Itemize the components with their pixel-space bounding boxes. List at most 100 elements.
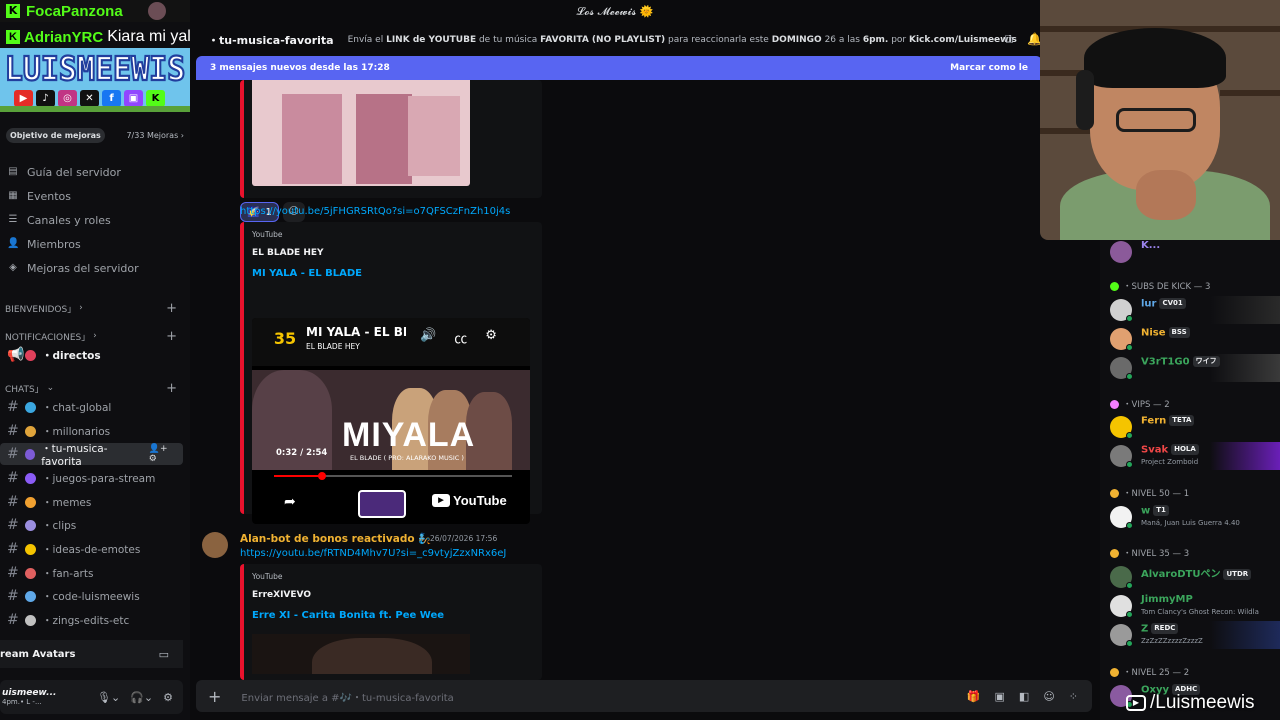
youtube-link-1[interactable]: https://youtu.be/5jFHGRSRtQo?si=o7QFSCzF… <box>240 206 510 217</box>
chat-username: AdrianYRC <box>24 28 104 46</box>
avatar[interactable] <box>202 532 228 558</box>
member-item[interactable]: K... <box>1100 238 1280 266</box>
share-icon[interactable]: ➦ <box>284 494 296 510</box>
boost-count: 7/33 Mejoras › <box>126 130 184 140</box>
channel-clips[interactable]: # ・clips <box>0 514 183 536</box>
member-name-text: lur <box>1141 298 1157 310</box>
nav-label: Guía del servidor <box>27 165 121 179</box>
nav-label: Miembros <box>27 237 81 251</box>
embed-title[interactable]: Erre XI - Carita Bonita ft. Pee Wee <box>252 610 444 621</box>
nav-events[interactable]: ▦ Eventos <box>0 184 190 208</box>
channel-settings-icon[interactable]: 👤+ ⚙ <box>149 444 177 464</box>
channel-ideas-de-emotes[interactable]: # ・ideas-de-emotes <box>0 538 183 560</box>
youtube-player[interactable]: 35 MI YALA - EL BLA EL BLADE HEY 🔊 ㏄ ⚙ M… <box>252 318 530 524</box>
headphones-icon[interactable]: 🎧⌄ <box>130 691 153 704</box>
category-label: BIENVENIDOS」 <box>5 304 77 315</box>
add-channel-icon[interactable]: + <box>166 301 177 316</box>
member-item[interactable]: V3rT1G0 ワイフ <box>1100 354 1280 382</box>
embed-author[interactable]: EL BLADE HEY <box>252 248 324 258</box>
youtube-play-icon: ▶ <box>432 494 450 507</box>
glasses <box>1116 108 1196 132</box>
hash-icon: # <box>7 446 19 462</box>
member-name: Nise BSS <box>1141 327 1190 339</box>
nav-members[interactable]: 👤 Miembros <box>0 232 190 256</box>
attach-icon[interactable]: + <box>208 687 221 706</box>
youtube-logo[interactable]: ▶ YouTube <box>432 493 507 508</box>
member-name-text: Z <box>1141 623 1149 635</box>
video-title[interactable]: MI YALA - EL BLA <box>306 325 406 339</box>
album-cover-image[interactable] <box>252 80 470 186</box>
channel-memes[interactable]: # ・memes <box>0 491 183 513</box>
member-item[interactable]: JimmyMP Tom Clancy's Ghost Recon: Wildla <box>1100 592 1280 620</box>
channel-code-luismeewis[interactable]: # ・code-luismeewis <box>0 585 183 607</box>
add-channel-icon[interactable]: + <box>166 381 177 396</box>
microphone-icon[interactable]: 🎙⌄ <box>97 691 120 704</box>
video-credit: EL BLADE ( PRO: ALARAKO MUSIC ) <box>350 454 464 462</box>
music-icon <box>24 448 36 460</box>
member-item[interactable]: Nise BSS <box>1100 325 1280 353</box>
channel-zings-edits-etc[interactable]: # ・zings-edits-etc <box>0 609 183 631</box>
captions-icon[interactable]: ㏄ <box>454 328 467 347</box>
boost-goal[interactable]: Objetivo de mejoras 7/33 Mejoras › <box>0 124 190 146</box>
video-thumbnail[interactable] <box>358 490 406 518</box>
channel-tu-musica-favorita[interactable]: # ・tu-musica-favorita 👤+ ⚙ <box>0 443 183 468</box>
threads-icon[interactable]: ⧉ <box>1004 32 1013 47</box>
x-icon: ✕ <box>80 90 99 107</box>
message-composer[interactable]: + Enviar mensaje a #🎶・tu-musica-favorita… <box>196 680 1092 712</box>
server-nav: ▤ Guía del servidor ▦ Eventos ☰ Canales y r… <box>0 160 190 280</box>
volume-icon[interactable]: 🔊 <box>420 328 436 347</box>
voice-connection-bar[interactable]: ream Avatars ▭ <box>0 640 183 668</box>
new-messages-text: 3 mensajes nuevos desde las 17:28 <box>210 63 390 73</box>
member-group-header: ・NIVEL 35 — 3 <box>1110 547 1189 559</box>
member-item[interactable]: lur CV01 <box>1100 296 1280 324</box>
video-scrubber[interactable] <box>317 472 326 480</box>
server-banner[interactable]: LUISMEEWIS ▶ ♪ ◎ ✕ f ▣ K <box>0 48 190 112</box>
embed-thumbnail[interactable] <box>252 634 470 674</box>
message-author[interactable]: Alan-bot de bonos reactivado 🧞 <box>240 532 431 545</box>
settings-icon[interactable]: ⚙ <box>163 691 173 704</box>
gif-icon[interactable]: ▣ <box>995 690 1005 703</box>
channel-juegos-para-stream[interactable]: # ・juegos-para-stream <box>0 467 183 489</box>
megaphone-icon: 📢 <box>7 347 25 363</box>
mark-as-read-button[interactable]: Marcar como le <box>950 63 1028 73</box>
webcam-overlay <box>1040 0 1280 240</box>
nav-channels-roles[interactable]: ☰ Canales y roles <box>0 208 190 232</box>
channel-label: ・directos <box>42 349 101 362</box>
topic-bold: FAVORITA (NO PLAYLIST) <box>540 35 666 45</box>
channel-directos[interactable]: 📢 ・directos <box>0 344 183 366</box>
video-progress-bar[interactable] <box>274 472 512 480</box>
channel-fan-arts[interactable]: # ・fan-arts <box>0 562 183 584</box>
user-info[interactable]: uismeew... 4pm.• L -... <box>2 688 56 706</box>
add-channel-icon[interactable]: + <box>166 329 177 344</box>
apps-icon[interactable]: ⁘ <box>1069 690 1078 703</box>
kick-username: FocaPanzona <box>26 2 123 20</box>
gift-icon[interactable]: 🎁 <box>967 690 981 703</box>
sticker-icon[interactable]: ◧ <box>1019 690 1029 703</box>
twitch-icon: ▣ <box>124 90 143 107</box>
member-item[interactable]: Svak HOLA Project Zomboid <box>1100 442 1280 470</box>
channel-label: ・millonarios <box>42 425 111 438</box>
member-item[interactable]: w T1 Maná, Juan Luis Guerra 4.40 <box>1100 503 1280 531</box>
new-messages-bar[interactable]: 3 mensajes nuevos desde las 17:28 Marcar… <box>196 56 1042 80</box>
member-item[interactable]: Z REDC ZzZzZZzzzzZzzzZ <box>1100 621 1280 649</box>
youtube-link-2[interactable]: https://youtu.be/fRTND4Mhv7U?si=_c9vtyjZ… <box>240 548 506 559</box>
settings-gear-icon[interactable]: ⚙ <box>485 328 497 347</box>
member-item[interactable]: Fern TETA <box>1100 413 1280 441</box>
video-frame[interactable]: MIYALA EL BLADE ( PRO: ALARAKO MUSIC ) 0… <box>252 370 530 470</box>
category-chats[interactable]: CHATS」 ⌄ + <box>0 380 190 396</box>
emoji-picker-icon[interactable]: ☺ <box>1043 690 1054 703</box>
nav-server-guide[interactable]: ▤ Guía del servidor <box>0 160 190 184</box>
embed-provider: YouTube <box>252 230 283 239</box>
nav-server-boosts[interactable]: ◈ Mejoras del servidor <box>0 256 190 280</box>
channel-topic[interactable]: Envía el LINK de YOUTUBE de tu música FA… <box>348 35 1017 45</box>
category-bienvenidos[interactable]: BIENVENIDOS」 › + <box>0 300 190 316</box>
embed-author[interactable]: ErreXIVEVO <box>252 590 311 600</box>
category-notificaciones[interactable]: NOTIFICACIONES」 › + <box>0 328 190 344</box>
composer-placeholder[interactable]: Enviar mensaje a #🎶・tu-musica-favorita <box>241 689 453 704</box>
screen-share-icon[interactable]: ▭ <box>159 648 169 661</box>
embed-title[interactable]: MI YALA - EL BLADE <box>252 268 362 279</box>
channel-chat-global[interactable]: # ・chat-global <box>0 396 183 418</box>
channel-millonarios[interactable]: # ・millonarios <box>0 420 183 442</box>
member-item[interactable]: AlvaroDTUペン UTDR <box>1100 563 1280 591</box>
topic-text: de tu música <box>476 35 541 45</box>
